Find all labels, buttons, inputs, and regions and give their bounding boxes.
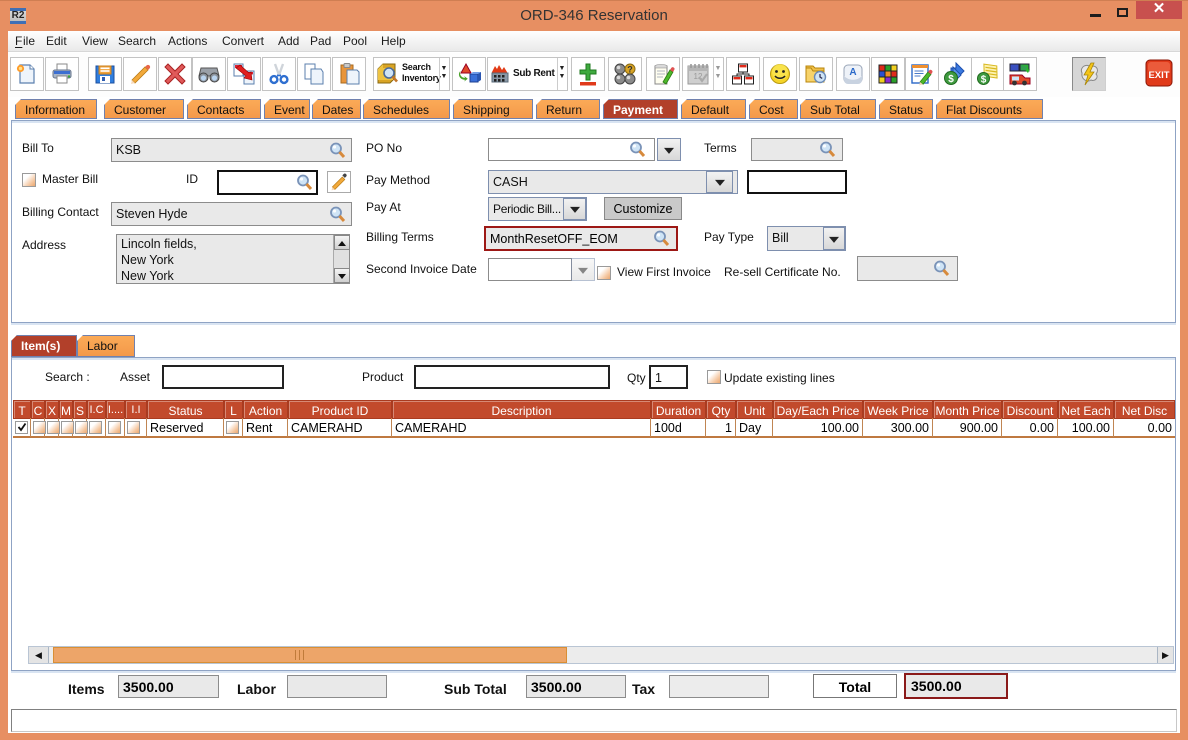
svg-text:$: $ — [981, 75, 987, 86]
svg-text:A: A — [849, 67, 856, 78]
svg-text:?: ? — [627, 65, 633, 75]
svg-text:EXIT: EXIT — [1148, 70, 1169, 81]
svg-text:$: $ — [948, 74, 954, 85]
